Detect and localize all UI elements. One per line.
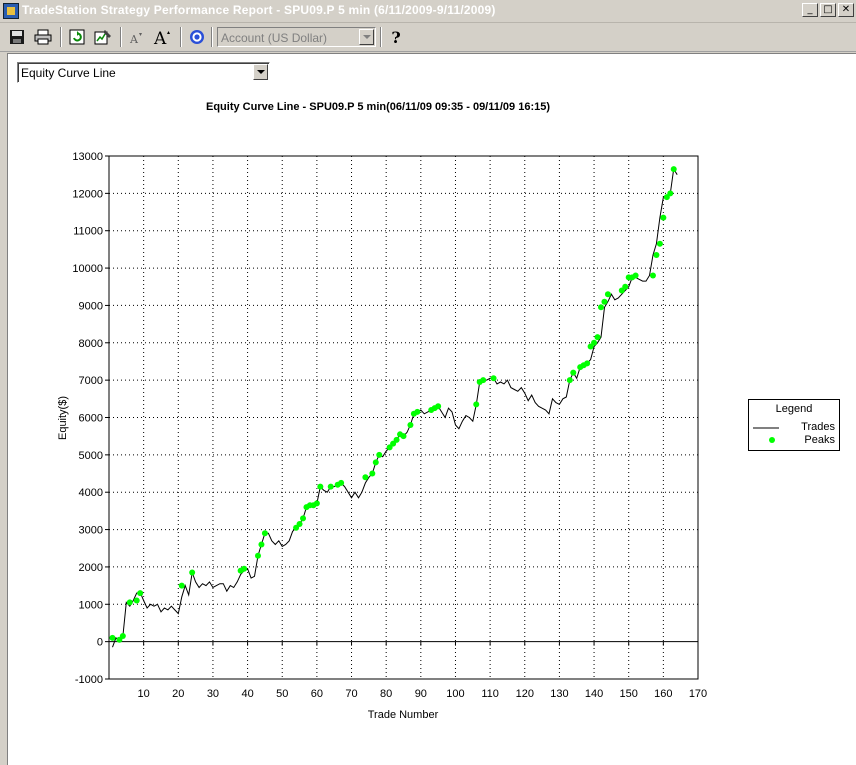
x-tick-label: 80	[380, 688, 392, 700]
peak-point	[435, 403, 442, 410]
y-tick-label: -1000	[75, 674, 103, 686]
peak-point	[566, 377, 573, 384]
peak-point	[300, 515, 307, 522]
peak-point	[414, 408, 421, 415]
peak-point	[261, 530, 268, 537]
legend-label-peaks: Peaks	[804, 434, 835, 446]
peak-point	[632, 272, 639, 279]
x-tick-label: 10	[138, 688, 150, 700]
peak-point	[109, 634, 116, 641]
peak-point	[622, 283, 629, 290]
y-tick-label: 11000	[73, 226, 103, 238]
peak-point	[597, 304, 604, 311]
y-tick-label: 6000	[79, 413, 103, 425]
x-tick-label: 20	[172, 688, 184, 700]
peak-point	[241, 565, 248, 572]
legend-title: Legend	[775, 403, 813, 415]
y-tick-label: 0	[97, 637, 103, 649]
y-tick-label: 13000	[72, 151, 103, 163]
x-tick-label: 160	[654, 688, 672, 700]
peak-point	[393, 436, 400, 443]
peak-point	[400, 433, 407, 440]
x-axis-label: Trade Number	[368, 709, 439, 721]
legend-label-trades: Trades	[801, 421, 835, 433]
peak-point	[570, 369, 577, 376]
x-tick-label: 150	[620, 688, 638, 700]
x-tick-label: 90	[415, 688, 427, 700]
y-tick-label: 2000	[79, 562, 103, 574]
peak-point	[473, 401, 480, 408]
x-tick-label: 70	[345, 688, 357, 700]
peak-point	[313, 500, 320, 507]
peak-point	[296, 520, 303, 527]
peak-point	[258, 541, 265, 548]
peak-point	[338, 479, 345, 486]
peak-point	[362, 474, 369, 481]
peak-point	[480, 377, 487, 384]
peak-point	[189, 569, 196, 576]
peak-point	[594, 334, 601, 341]
peak-point	[407, 421, 414, 428]
x-tick-label: 130	[550, 688, 568, 700]
peak-point	[656, 240, 663, 247]
peak-point	[137, 590, 144, 597]
x-tick-label: 100	[446, 688, 464, 700]
peak-point	[317, 483, 324, 490]
line-swatch-icon	[753, 427, 779, 429]
legend: Legend Trades Peaks	[748, 399, 840, 451]
y-tick-label: 3000	[79, 525, 103, 537]
peak-point	[591, 339, 598, 346]
x-tick-label: 30	[207, 688, 219, 700]
peak-point	[584, 360, 591, 367]
x-tick-label: 60	[311, 688, 323, 700]
equity-chart: -1000 0 1000 2000 3000 4000 5000 6000 7000 8000 90…	[57, 151, 707, 721]
peak-point	[254, 552, 261, 559]
y-tick-label: 4000	[79, 487, 103, 499]
legend-item-trades: Trades	[749, 421, 839, 434]
peak-point	[133, 597, 140, 604]
x-tick-label: 40	[241, 688, 253, 700]
dot-swatch-icon	[769, 437, 775, 443]
peak-point	[670, 166, 677, 173]
x-tick-label: 120	[516, 688, 534, 700]
peak-point	[490, 375, 497, 382]
y-tick-label: 10000	[72, 263, 103, 275]
y-tick-label: 9000	[79, 300, 103, 312]
x-tick-label: 140	[585, 688, 603, 700]
y-tick-label: 1000	[79, 599, 103, 611]
peak-point	[604, 291, 611, 298]
peak-point	[667, 190, 674, 197]
legend-item-peaks: Peaks	[749, 434, 839, 447]
peak-point	[369, 470, 376, 477]
peak-point	[601, 298, 608, 305]
x-tick-label: 110	[481, 688, 499, 700]
peak-point	[119, 633, 126, 640]
peak-point	[649, 272, 656, 279]
y-tick-label: 7000	[79, 375, 103, 387]
peak-point	[376, 451, 383, 458]
y-tick-label: 12000	[72, 188, 103, 200]
y-axis-label: Equity($)	[57, 396, 69, 440]
peak-point	[178, 582, 185, 589]
peak-point	[126, 599, 133, 606]
peak-point	[372, 459, 379, 466]
peak-point	[327, 483, 334, 490]
peak-point	[653, 251, 660, 258]
y-tick-label: 8000	[79, 338, 103, 350]
x-tick-label: 170	[689, 688, 707, 700]
x-tick-label: 50	[276, 688, 288, 700]
peak-point	[660, 214, 667, 221]
y-tick-label: 5000	[79, 450, 103, 462]
